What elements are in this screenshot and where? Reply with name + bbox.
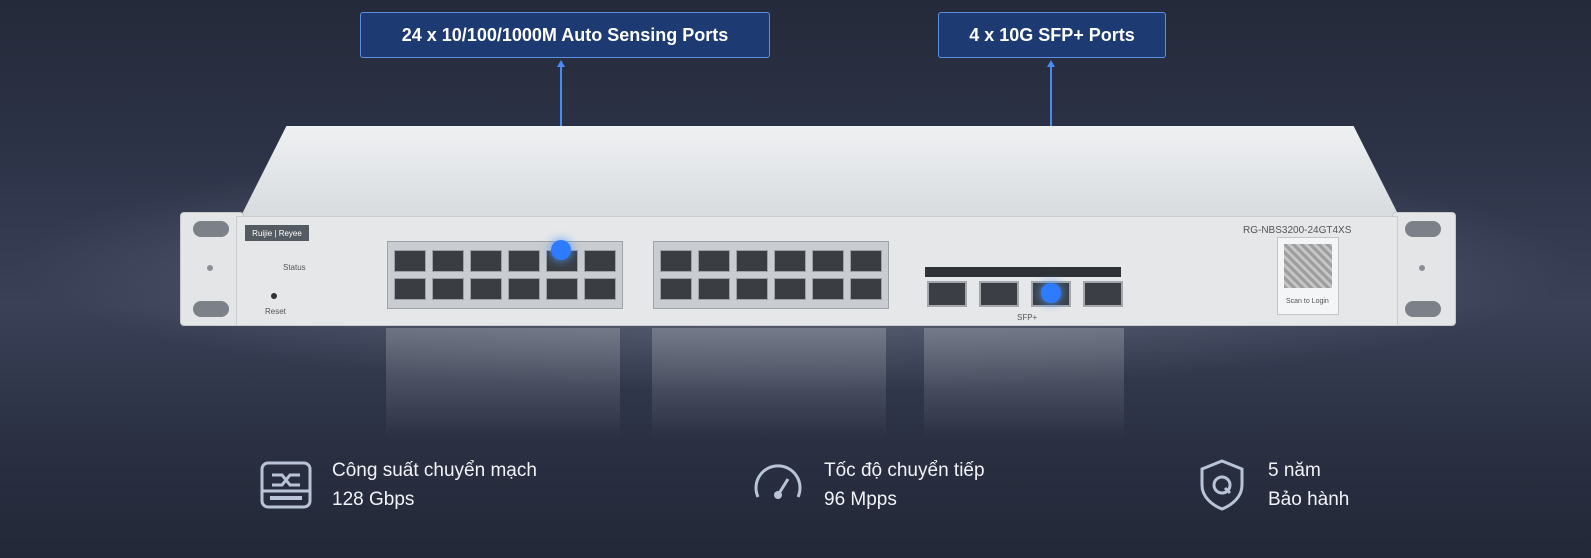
feature-title: Công suất chuyển mạch (332, 460, 537, 481)
rj45-port[interactable] (698, 278, 730, 300)
rj45-port[interactable] (394, 250, 426, 272)
rj45-port[interactable] (850, 278, 882, 300)
reflection-right (924, 328, 1124, 438)
rj45-port[interactable] (812, 278, 844, 300)
rj45-port[interactable] (736, 250, 768, 272)
rj45-port[interactable] (584, 278, 616, 300)
rj45-port[interactable] (584, 250, 616, 272)
reflection-left (386, 328, 620, 438)
rj45-port-group-1-12 (387, 241, 623, 309)
rj45-port[interactable] (812, 250, 844, 272)
qr-code[interactable]: Scan to Login (1277, 237, 1339, 315)
speedometer-icon (754, 464, 802, 499)
rj45-port[interactable] (774, 278, 806, 300)
feature-value: 96 Mpps (824, 489, 897, 510)
rj45-port[interactable] (508, 250, 540, 272)
model-label: RG-NBS3200-24GT4XS (1243, 225, 1352, 236)
callout-sfp-ports: 4 x 10G SFP+ Ports (938, 12, 1166, 58)
rj45-port[interactable] (432, 278, 464, 300)
qr-pattern (1284, 244, 1332, 288)
feature-forwarding-rate: Tốc độ chuyển tiếp 96 Mpps (750, 456, 985, 514)
rj45-port[interactable] (470, 278, 502, 300)
reset-label: Reset (265, 307, 286, 316)
rj45-port[interactable] (850, 250, 882, 272)
rj45-port-group-13-24 (653, 241, 889, 309)
feature-warranty: 5 năm Bảo hành (1194, 456, 1349, 514)
sfp-port[interactable] (927, 281, 967, 307)
scan-label: Scan to Login (1286, 298, 1329, 305)
feature-switching-capacity: Công suất chuyển mạch 128 Gbps (258, 456, 537, 514)
reflection-mid (652, 328, 886, 438)
sfp-label: SFP+ (1017, 313, 1038, 322)
sfp-port[interactable] (1083, 281, 1123, 307)
feature-title: Tốc độ chuyển tiếp (824, 460, 985, 481)
brand-logo: Ruijie | Reyee (245, 225, 309, 241)
rj45-port[interactable] (660, 278, 692, 300)
rj45-port[interactable] (660, 250, 692, 272)
rj45-port[interactable] (432, 250, 464, 272)
callout-rj45-ports: 24 x 10/100/1000M Auto Sensing Ports (360, 12, 770, 58)
rack-ear-left (180, 212, 244, 326)
reset-button[interactable] (271, 293, 277, 299)
rj45-port[interactable] (736, 278, 768, 300)
rj45-highlight-dot (551, 240, 571, 260)
sfp-highlight-dot (1041, 283, 1061, 303)
rj45-port[interactable] (470, 250, 502, 272)
feature-value: 128 Gbps (332, 489, 415, 510)
rj45-port[interactable] (698, 250, 730, 272)
rj45-port[interactable] (394, 278, 426, 300)
rj45-port[interactable] (546, 278, 578, 300)
sfp-led-bar (925, 267, 1121, 277)
switch-top-cover (240, 126, 1400, 218)
status-label: Status (283, 263, 306, 272)
rj45-port[interactable] (508, 278, 540, 300)
feature-value: Bảo hành (1268, 489, 1350, 510)
rj45-port[interactable] (774, 250, 806, 272)
feature-title: 5 năm (1268, 460, 1321, 481)
rack-ear-right (1392, 212, 1456, 326)
shield-icon (1200, 459, 1244, 511)
switch-icon (260, 461, 312, 509)
sfp-port[interactable] (979, 281, 1019, 307)
switch-front-panel: Ruijie | Reyee Status Reset SFP+ RG-NBS3… (236, 216, 1398, 326)
